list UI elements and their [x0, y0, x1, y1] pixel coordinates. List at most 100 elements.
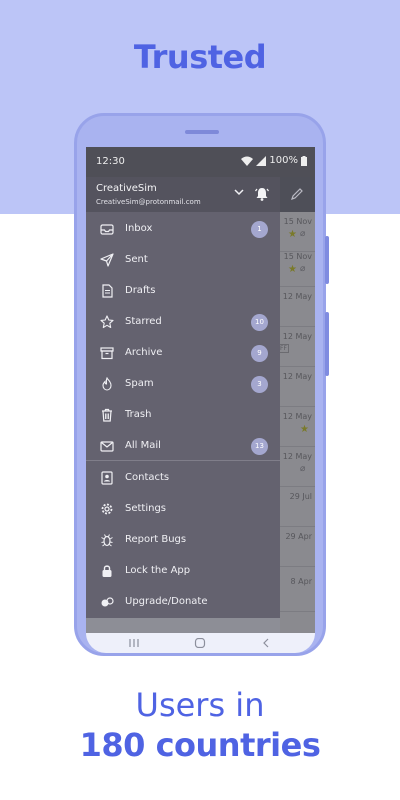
- promo-page: Trusted 12:30 100% 15 Nov ★ ⌀ 15 Nov ★ ⌀ 12 …: [0, 0, 400, 800]
- recent-apps-icon[interactable]: [128, 638, 140, 648]
- menu-item-contacts[interactable]: Contacts: [86, 463, 280, 494]
- mail-icon: [100, 441, 114, 452]
- attachment-icon: ⌀: [300, 264, 306, 274]
- phone-speaker: [185, 130, 219, 134]
- menu-item-lock-app[interactable]: Lock the App: [86, 556, 280, 587]
- star-icon: [100, 315, 114, 329]
- message-date: 12 May: [282, 332, 312, 341]
- unread-count-badge: 1: [251, 221, 268, 238]
- menu-item-sent[interactable]: Sent: [86, 245, 280, 276]
- menu-item-label: Drafts: [125, 285, 156, 296]
- account-header[interactable]: CreativeSim CreativeSim@protonmail.com: [86, 177, 280, 212]
- phone-frame: 12:30 100% 15 Nov ★ ⌀ 15 Nov ★ ⌀ 12 May 12 M…: [74, 113, 329, 656]
- menu-item-label: All Mail: [125, 440, 161, 451]
- star-icon: ★: [288, 229, 297, 240]
- menu-item-label: Archive: [125, 347, 163, 358]
- menu-item-label: Upgrade/Donate: [125, 596, 208, 607]
- menu-item-spam[interactable]: Spam 3: [86, 369, 280, 400]
- signal-icon: [256, 155, 267, 166]
- unread-count-badge: 9: [251, 345, 268, 362]
- menu-item-label: Report Bugs: [125, 534, 187, 545]
- list-item[interactable]: 12 May: [280, 367, 315, 407]
- menu-item-label: Spam: [125, 378, 154, 389]
- message-date: 15 Nov: [283, 252, 312, 261]
- message-date: 12 May: [282, 412, 312, 421]
- message-date: 15 Nov: [283, 217, 312, 226]
- list-item[interactable]: 8 Apr: [280, 572, 315, 612]
- menu-item-archive[interactable]: Archive 9: [86, 338, 280, 369]
- message-date: 12 May: [282, 452, 312, 461]
- menu-divider: [86, 460, 280, 461]
- status-indicators: 100%: [241, 155, 307, 166]
- unread-count-badge: 13: [251, 438, 268, 455]
- unread-count-badge: 3: [251, 376, 268, 393]
- compose-pencil-icon[interactable]: [290, 187, 304, 201]
- headline: Trusted: [133, 38, 267, 76]
- star-icon: ★: [288, 264, 297, 275]
- message-date: 12 May: [282, 292, 312, 301]
- list-item[interactable]: 15 Nov ★ ⌀: [280, 247, 315, 287]
- contacts-icon: [101, 471, 113, 485]
- menu-item-label: Trash: [125, 409, 152, 420]
- menu-item-settings[interactable]: Settings: [86, 494, 280, 525]
- star-icon: ★: [300, 424, 309, 435]
- trash-icon: [102, 408, 112, 422]
- list-item[interactable]: 29 Jul: [280, 487, 315, 527]
- menu-item-trash[interactable]: Trash: [86, 400, 280, 431]
- menu-item-inbox[interactable]: Inbox 1: [86, 214, 280, 245]
- menu-item-drafts[interactable]: Drafts: [86, 276, 280, 307]
- phone-power-button: [325, 312, 329, 376]
- inbox-icon: [100, 224, 114, 235]
- menu-item-all-mail[interactable]: All Mail 13: [86, 431, 280, 462]
- archive-icon: [100, 347, 114, 360]
- chevron-down-icon[interactable]: [234, 188, 244, 196]
- back-icon[interactable]: [260, 638, 272, 648]
- message-list-background: 15 Nov ★ ⌀ 15 Nov ★ ⌀ 12 May 12 May FF 12 May…: [278, 177, 315, 633]
- caption-line-2: 180 countries: [79, 726, 321, 764]
- list-item[interactable]: 29 Apr: [280, 527, 315, 567]
- android-nav-bar: [86, 633, 315, 653]
- list-item[interactable]: 12 May: [280, 287, 315, 327]
- battery-percent: 100%: [269, 155, 298, 166]
- caption-line-1: Users in: [135, 686, 265, 724]
- account-email: CreativeSim@protonmail.com: [96, 198, 201, 206]
- menu-item-starred[interactable]: Starred 10: [86, 307, 280, 338]
- bug-icon: [101, 534, 113, 547]
- message-date: 29 Apr: [285, 532, 312, 541]
- phone-screen: 12:30 100% 15 Nov ★ ⌀ 15 Nov ★ ⌀ 12 May 12 M…: [86, 147, 315, 633]
- attachment-icon: ⌀: [300, 229, 306, 239]
- bell-icon[interactable]: [254, 186, 270, 202]
- status-time: 12:30: [96, 156, 125, 167]
- lock-icon: [102, 565, 112, 577]
- menu-item-upgrade-donate[interactable]: Upgrade/Donate: [86, 587, 280, 618]
- spam-icon: [102, 377, 112, 391]
- navigation-drawer: CreativeSim CreativeSim@protonmail.com I…: [86, 177, 280, 618]
- message-date: 12 May: [282, 372, 312, 381]
- compose-bar: [280, 177, 315, 212]
- list-item[interactable]: 15 Nov ★ ⌀: [280, 212, 315, 252]
- message-date: 8 Apr: [290, 577, 312, 586]
- battery-icon: [301, 155, 307, 166]
- menu-item-label: Starred: [125, 316, 162, 327]
- menu-item-report-bugs[interactable]: Report Bugs: [86, 525, 280, 556]
- menu-item-label: Sent: [125, 254, 148, 265]
- list-item[interactable]: 12 May ★: [280, 407, 315, 447]
- attachment-icon: ⌀: [300, 464, 306, 474]
- menu-item-label: Inbox: [125, 223, 153, 234]
- phone-volume-button: [325, 236, 329, 284]
- wifi-icon: [241, 156, 254, 166]
- list-item[interactable]: 12 May FF: [278, 327, 315, 367]
- gear-icon: [101, 503, 113, 515]
- unread-count-badge: 10: [251, 314, 268, 331]
- menu-item-label: Lock the App: [125, 565, 191, 576]
- list-item[interactable]: 12 May ⌀: [280, 447, 315, 487]
- menu-item-label: Settings: [125, 503, 167, 514]
- menu-item-label: Contacts: [125, 472, 170, 483]
- account-name: CreativeSim: [96, 183, 157, 194]
- draft-icon: [102, 284, 113, 298]
- send-icon: [100, 253, 114, 267]
- donate-icon: [101, 597, 114, 607]
- message-date: 29 Jul: [289, 492, 312, 501]
- status-bar: 12:30 100%: [86, 147, 315, 177]
- home-icon[interactable]: [194, 638, 206, 648]
